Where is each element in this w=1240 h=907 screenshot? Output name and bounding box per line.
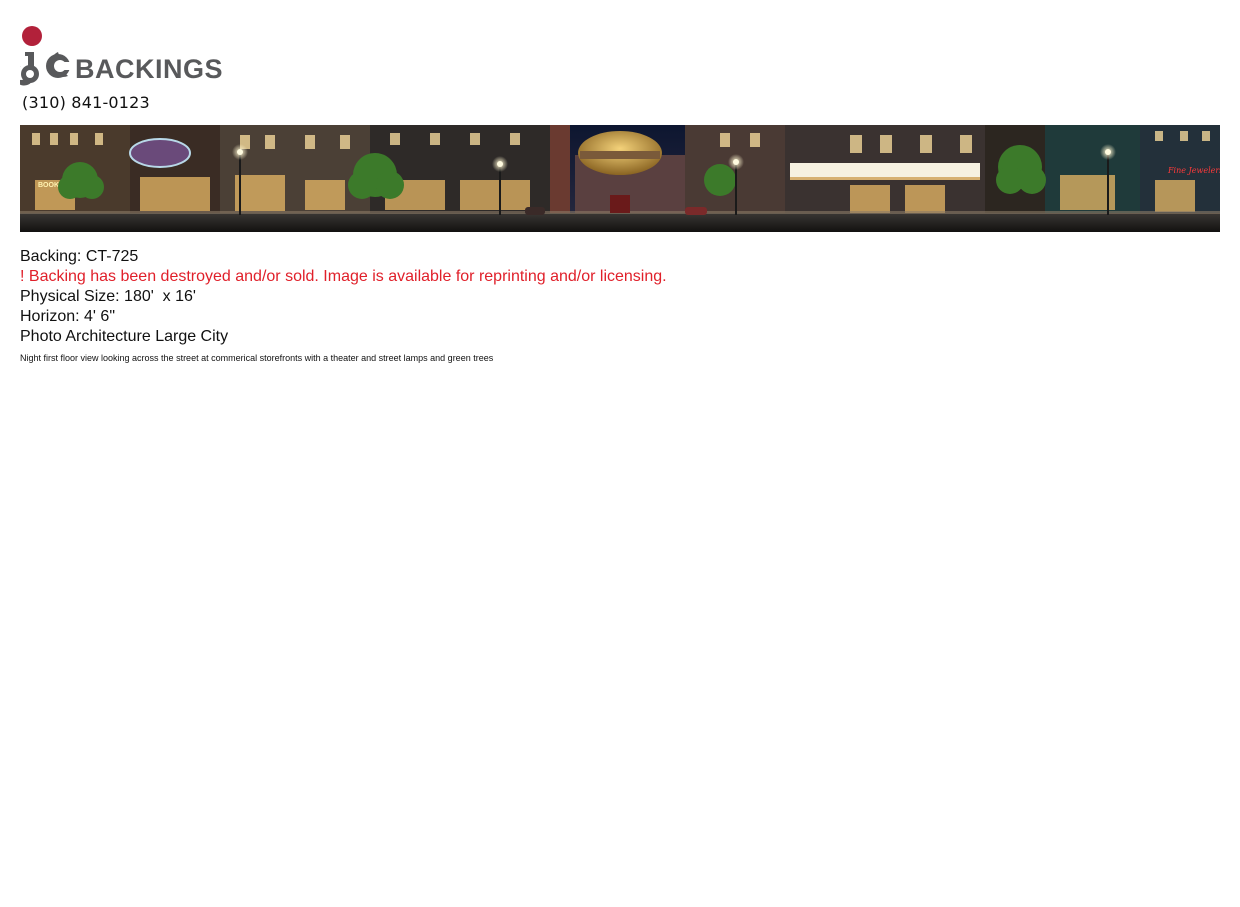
phone-number[interactable]: (310) 841-0123 bbox=[22, 93, 150, 112]
physical-size: Physical Size: 180' x 16' bbox=[20, 288, 196, 305]
backing-banner-image[interactable]: Fine Jewelers BOOK S bbox=[20, 125, 1220, 232]
logo-mark-icon: BACKINGS bbox=[14, 26, 223, 86]
backing-details: Backing: CT-725 ! Backing has been destr… bbox=[20, 247, 667, 364]
jc-backings-logo[interactable]: BACKINGS bbox=[14, 26, 225, 86]
image-caption: Night first floor view looking across th… bbox=[20, 353, 494, 363]
horizon: Horizon: 4' 6" bbox=[20, 308, 115, 325]
availability-warning: ! Backing has been destroyed and/or sold… bbox=[20, 268, 667, 285]
svg-text:Fine Jewelers: Fine Jewelers bbox=[1167, 166, 1220, 175]
logo-text: BACKINGS bbox=[75, 54, 223, 84]
category: Photo Architecture Large City bbox=[20, 328, 229, 345]
city-street-illustration: Fine Jewelers BOOK S bbox=[20, 125, 1220, 232]
backing-id: Backing: CT-725 bbox=[20, 248, 139, 265]
page: BACKINGS (310) 841-0123 Fine Jewelers BO… bbox=[0, 0, 1240, 907]
